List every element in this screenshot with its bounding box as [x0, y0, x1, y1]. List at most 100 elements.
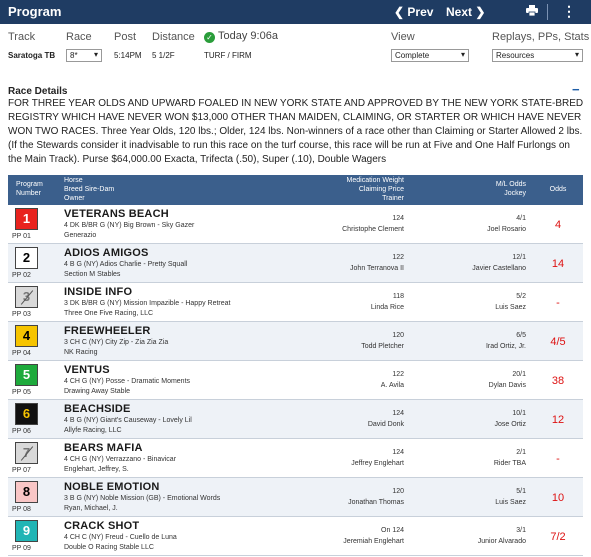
trainer: Christophe Clement — [342, 226, 404, 233]
breed-info: 4 DK B/BR G (NY) Big Brown - Sky Gazer — [64, 222, 195, 229]
kebab-menu-icon[interactable]: ⋮ — [562, 3, 576, 20]
morning-line: 6/5 — [516, 332, 526, 339]
morning-line: 5/1 — [516, 488, 526, 495]
post-position: PP 01 — [12, 233, 31, 240]
print-icon[interactable] — [526, 5, 538, 19]
post-position: PP 03 — [12, 311, 31, 318]
race-details-heading: Race Details — [8, 86, 68, 97]
col-odds: Odds — [549, 186, 567, 193]
table-row[interactable]: 4 PP 04 FREEWHEELER 3 CH C (NY) City Zip… — [8, 322, 583, 361]
live-odds: 4/5 — [550, 336, 566, 348]
top-bar: Program ❮ Prev Next ❯ ⋮ — [0, 0, 591, 24]
breed-info: 4 CH C (NY) Freud - Cuello de Luna — [64, 534, 177, 541]
resources-select[interactable]: Resources ▾ — [492, 49, 583, 62]
dropdown-arrow-icon: ▾ — [93, 50, 98, 59]
dropdown-arrow-icon: ▾ — [574, 50, 579, 59]
view-select[interactable]: Complete ▾ — [391, 49, 469, 62]
morning-line: 5/2 — [516, 293, 526, 300]
prev-button[interactable]: ❮ Prev — [394, 5, 433, 19]
col-claim-price: Claiming Price — [358, 186, 404, 193]
post-position: PP 02 — [12, 272, 31, 279]
track-value[interactable]: Saratoga TB — [8, 51, 55, 60]
table-row[interactable]: 7 PP 07 BEARS MAFIA 4 CH G (NY) Verrazza… — [8, 439, 583, 478]
program-number: 4 — [15, 325, 38, 347]
race-conditions-text: FOR THREE YEAR OLDS AND UPWARD FOALED IN… — [8, 98, 584, 165]
horse-name[interactable]: VENTUS — [64, 364, 110, 376]
morning-line: 2/1 — [516, 449, 526, 456]
chevron-right-icon: ❯ — [472, 5, 486, 19]
weight: 120 — [392, 488, 404, 495]
collapse-toggle[interactable]: − — [572, 82, 580, 97]
horse-name[interactable]: BEARS MAFIA — [64, 442, 143, 454]
owner: Allyfe Racing, LLC — [64, 427, 122, 434]
horse-name[interactable]: BEACHSIDE — [64, 403, 131, 415]
distance-label: Distance — [152, 31, 195, 43]
morning-line: 4/1 — [516, 215, 526, 222]
race-select[interactable]: 8* ▾ — [66, 49, 102, 62]
post-position: PP 06 — [12, 428, 31, 435]
replays-label: Replays, PPs, Stats — [492, 31, 590, 43]
jockey: Joel Rosario — [487, 226, 526, 233]
jockey: Irad Ortiz, Jr. — [485, 343, 526, 350]
table-row[interactable]: 5 PP 05 VENTUS 4 CH G (NY) Posse - Drama… — [8, 361, 583, 400]
horse-name[interactable]: ADIOS AMIGOS — [64, 247, 149, 259]
col-jockey: Jockey — [504, 190, 526, 197]
weight: 120 — [392, 332, 404, 339]
table-row[interactable]: 2 PP 02 ADIOS AMIGOS 4 B G (NY) Adios Ch… — [8, 244, 583, 283]
owner: Drawing Away Stable — [64, 388, 131, 395]
breed-info: 4 CH G (NY) Posse - Dramatic Moments — [64, 378, 191, 385]
live-odds: 7/2 — [550, 531, 566, 543]
table-row[interactable]: 3 PP 03 INSIDE INFO 3 DK B/BR G (NY) Mis… — [8, 283, 583, 322]
table-row[interactable]: 1 PP 01 VETERANS BEACH 4 DK B/BR G (NY) … — [8, 205, 583, 244]
post-label: Post — [114, 31, 137, 43]
program-number: 9 — [15, 520, 38, 542]
owner: Double O Racing Stable LLC — [64, 544, 154, 551]
trainer: Todd Pletcher — [361, 343, 404, 350]
page-title: Program — [8, 4, 62, 19]
program-number: 5 — [15, 364, 38, 386]
breed-info: 4 B G (NY) Adios Charlie - Pretty Squall — [64, 261, 188, 268]
owner: Ryan, Michael, J. — [64, 505, 118, 512]
owner: Generazio — [64, 232, 97, 239]
surface-value: TURF / FIRM — [204, 51, 252, 60]
col-horse: Horse — [64, 177, 83, 184]
owner: Section M Stables — [64, 271, 121, 278]
trainer: Jeremiah Englehart — [343, 538, 404, 545]
trainer: A. Avila — [380, 382, 404, 389]
horse-name[interactable]: NOBLE EMOTION — [64, 481, 160, 493]
table-row[interactable]: 9 PP 09 CRACK SHOT 4 CH C (NY) Freud - C… — [8, 517, 583, 556]
jockey: Jose Ortiz — [494, 421, 526, 428]
post-value: 5:14PM — [114, 51, 142, 60]
morning-line: 3/1 — [516, 527, 526, 534]
col-breed: Breed Sire-Dam — [64, 186, 115, 193]
trainer: David Donk — [367, 421, 404, 428]
owner: Three One Five Racing, LLC — [64, 310, 154, 317]
chevron-left-icon: ❮ — [394, 5, 408, 19]
col-med-weight: Medication Weight — [346, 177, 404, 184]
morning-line: 10/1 — [512, 410, 526, 417]
jockey: Luis Saez — [495, 499, 526, 506]
trainer: Linda Rice — [370, 304, 404, 311]
breed-info: 3 B G (NY) Noble Mission (GB) - Emotiona… — [64, 495, 221, 502]
horse-name[interactable]: VETERANS BEACH — [64, 208, 169, 220]
entries-table-header: Program Number Horse Breed Sire-Dam Owne… — [8, 175, 583, 205]
owner: Englehart, Jeffrey, S. — [64, 466, 129, 473]
program-number: 1 — [15, 208, 38, 230]
horse-name[interactable]: CRACK SHOT — [64, 520, 139, 532]
next-button[interactable]: Next ❯ — [446, 5, 485, 19]
col-owner: Owner — [64, 195, 85, 202]
table-row[interactable]: 6 PP 06 BEACHSIDE 4 B G (NY) Giant's Cau… — [8, 400, 583, 439]
horse-name[interactable]: INSIDE INFO — [64, 286, 132, 298]
morning-line: 20/1 — [512, 371, 526, 378]
col-program: Program — [16, 181, 43, 188]
weight: 124 — [392, 410, 404, 417]
live-odds: 10 — [551, 492, 565, 504]
dropdown-arrow-icon: ▾ — [460, 50, 465, 59]
jockey: Junior Alvarado — [477, 538, 526, 545]
horse-name[interactable]: FREEWHEELER — [64, 325, 151, 337]
breed-info: 3 CH C (NY) City Zip - Zia Zia Zia — [64, 339, 169, 346]
breed-info: 3 DK B/BR G (NY) Mission Impazible - Hap… — [64, 300, 231, 307]
morning-line: 12/1 — [512, 254, 526, 261]
table-row[interactable]: 8 PP 08 NOBLE EMOTION 3 B G (NY) Noble M… — [8, 478, 583, 517]
live-odds: - — [556, 453, 560, 465]
